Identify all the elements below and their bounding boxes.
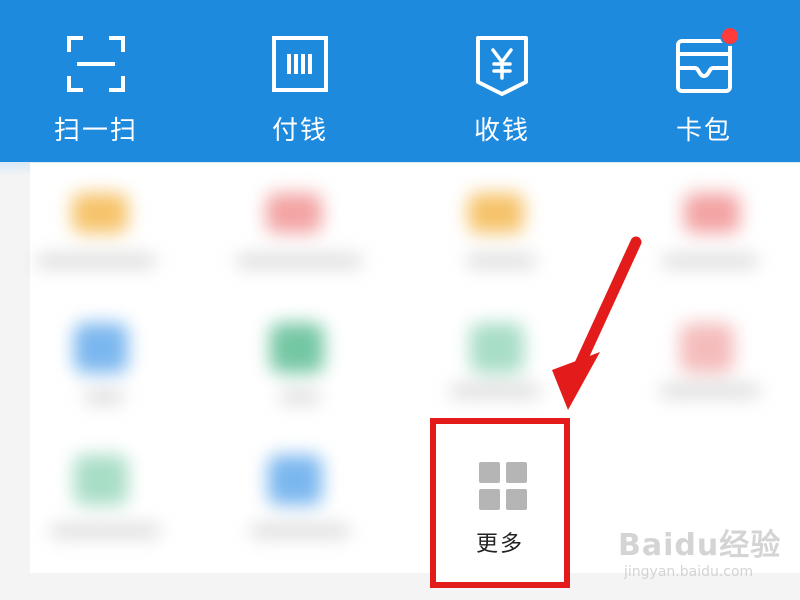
- app-label: [660, 385, 760, 397]
- app-icon[interactable]: [72, 193, 128, 233]
- more-button[interactable]: 更多: [430, 418, 570, 588]
- app-label: [236, 255, 362, 267]
- app-icon[interactable]: [680, 323, 734, 373]
- scan-icon: [67, 36, 125, 92]
- app-icon[interactable]: [270, 323, 324, 373]
- watermark-main: Baidu经验: [618, 528, 782, 563]
- app-icon[interactable]: [266, 193, 322, 233]
- app-label: [466, 255, 536, 267]
- app-icon[interactable]: [74, 323, 128, 373]
- notification-badge: [720, 26, 740, 46]
- receive-button[interactable]: 收钱: [422, 36, 582, 148]
- watermark-sub: jingyan.baidu.com: [624, 564, 754, 580]
- pay-code-icon: [272, 36, 328, 92]
- app-icon[interactable]: [470, 323, 524, 373]
- card-wallet-button[interactable]: 卡包: [624, 26, 784, 148]
- receive-label: 收钱: [473, 116, 530, 146]
- grid-icon: [479, 462, 527, 510]
- app-label: [250, 525, 350, 537]
- app-label: [662, 255, 758, 267]
- app-icon[interactable]: [468, 193, 524, 233]
- app-label: [84, 391, 124, 403]
- app-icon[interactable]: [74, 455, 128, 505]
- pay-label: 付钱: [271, 116, 328, 146]
- app-icon[interactable]: [268, 455, 322, 505]
- top-action-bar: 扫一扫 付钱 收钱 卡包: [0, 0, 800, 162]
- baidu-watermark: Baidu经验 jingyan.baidu.com: [610, 510, 790, 590]
- pay-button[interactable]: 付钱: [220, 36, 380, 148]
- annotation-arrow-icon: [552, 236, 642, 410]
- app-icon[interactable]: [684, 193, 740, 233]
- scan-label: 扫一扫: [53, 116, 138, 146]
- app-label: [36, 255, 156, 267]
- app-screen: 扫一扫 付钱 收钱 卡包 更多 Baidu经验 jingyan.baidu.co…: [0, 0, 800, 600]
- card-wallet-label: 卡包: [675, 116, 732, 146]
- app-label: [280, 391, 320, 403]
- more-label: 更多: [475, 532, 524, 557]
- receive-money-icon: [474, 36, 528, 96]
- app-label: [50, 525, 160, 537]
- app-label: [450, 385, 540, 397]
- scan-button[interactable]: 扫一扫: [16, 36, 176, 148]
